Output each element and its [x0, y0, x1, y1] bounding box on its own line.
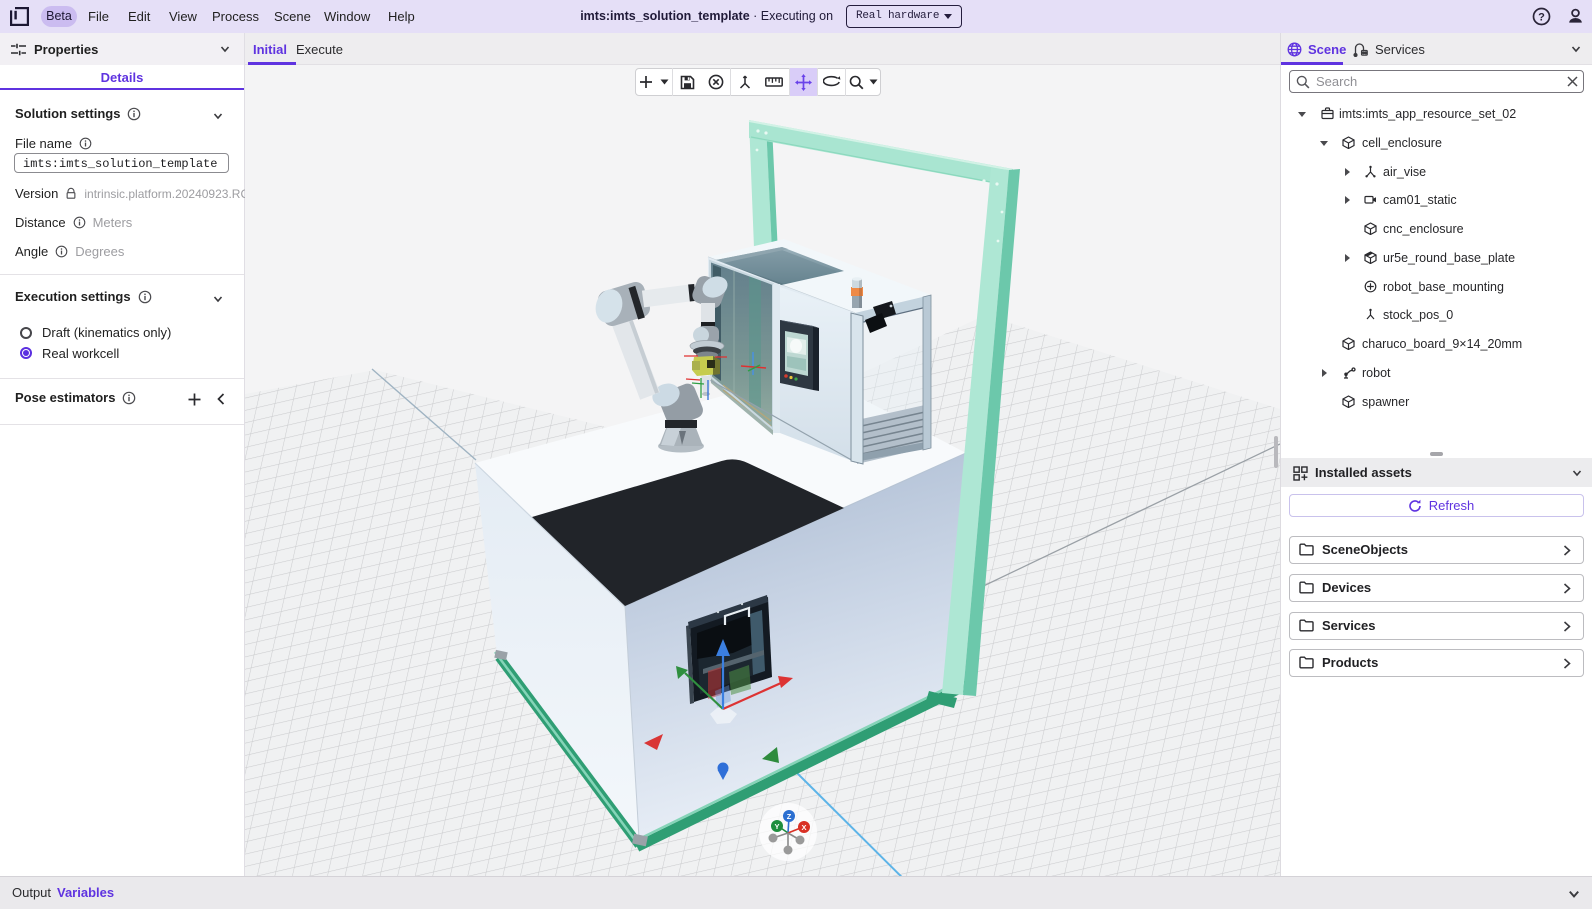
svg-text:X: X: [801, 823, 806, 832]
svg-text:?: ?: [1538, 11, 1545, 23]
svg-text:Y: Y: [774, 822, 779, 831]
svg-text:Z: Z: [787, 812, 792, 821]
